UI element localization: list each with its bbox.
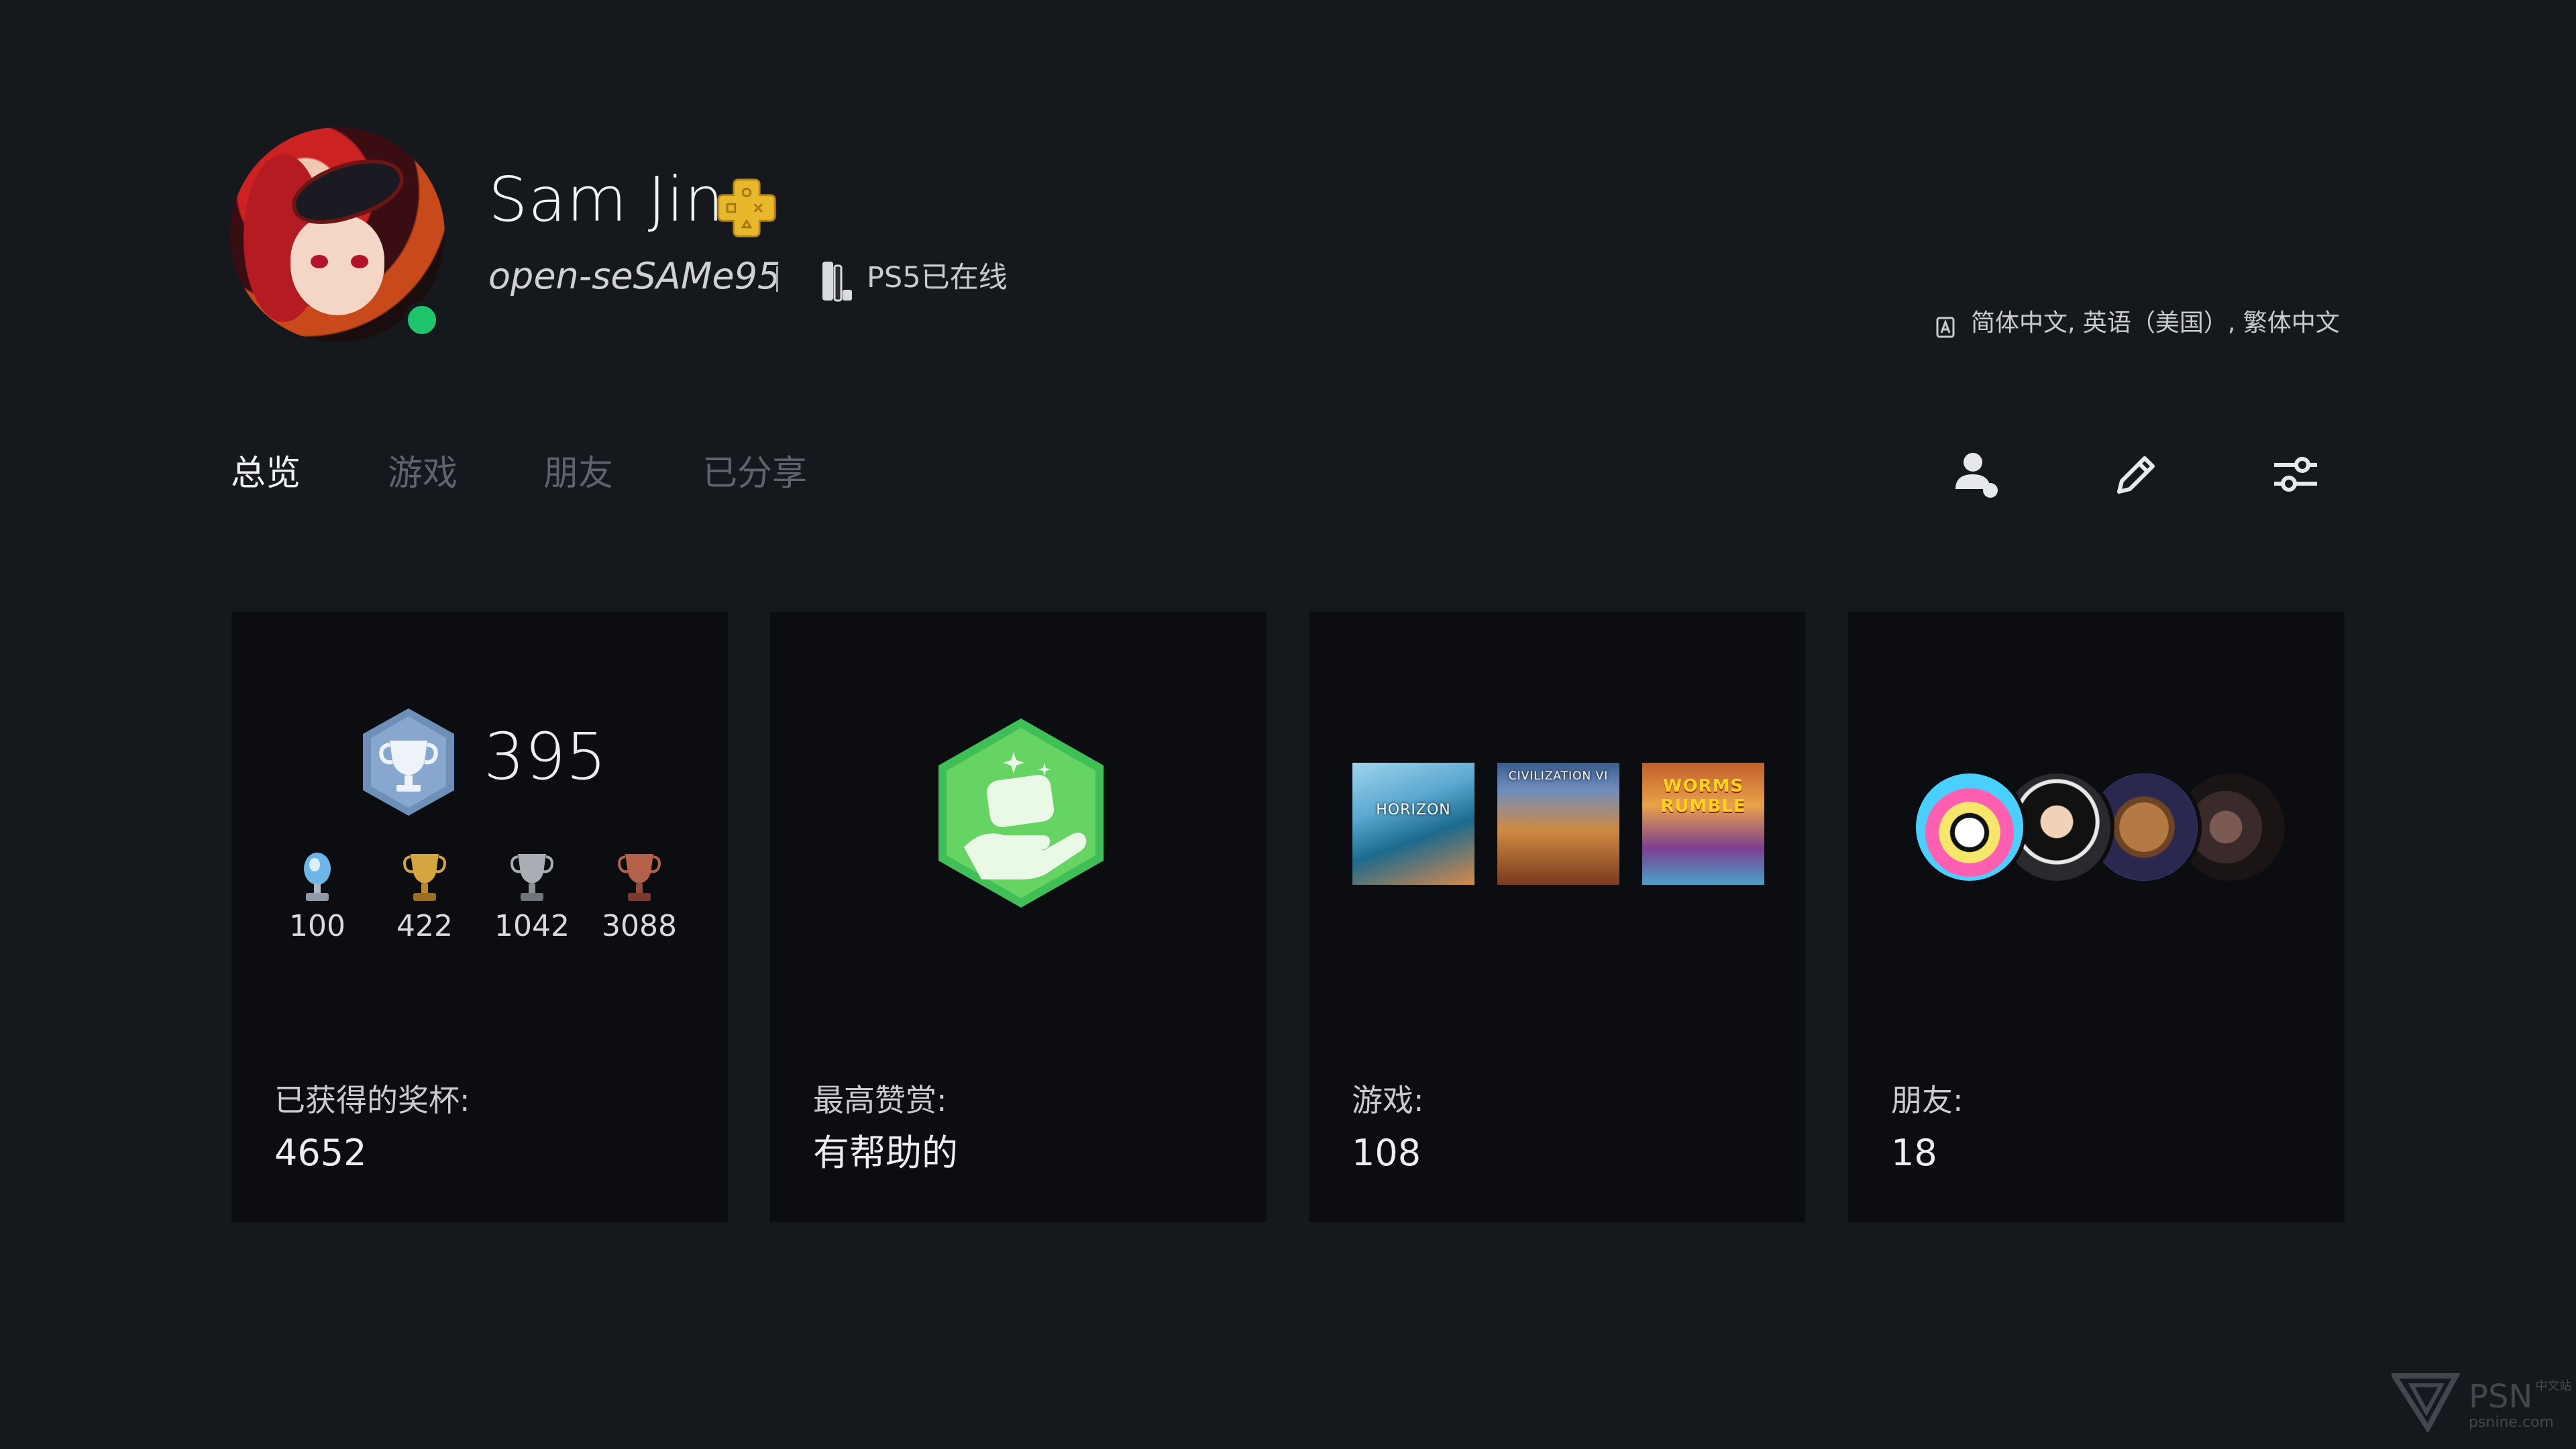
tab-friends[interactable]: 朋友 — [543, 456, 613, 491]
ps5-console-icon — [822, 262, 852, 302]
trophy-level-value: 395 — [484, 719, 607, 794]
friends-count: 18 — [1891, 1132, 1937, 1174]
trophies-total: 4652 — [274, 1132, 367, 1174]
friend-avatar[interactable] — [1912, 769, 2027, 885]
avatar-eye — [351, 255, 368, 268]
silver-count: 1042 — [494, 909, 570, 943]
tab-games[interactable]: 游戏 — [388, 456, 458, 491]
platinum-trophy-icon — [304, 853, 331, 901]
trophies-card[interactable]: 395 100 422 1042 3088 已获得的奖杯: 4652 — [231, 612, 728, 1222]
bronze-trophy-icon — [618, 854, 661, 901]
helpful-hand-icon — [938, 718, 1104, 908]
game-tile-title: CIVILIZATION VI — [1508, 769, 1609, 783]
platinum-count: 100 — [289, 909, 345, 943]
games-label: 游戏: — [1352, 1082, 1424, 1118]
avatar-face — [290, 215, 384, 315]
platinum-trophy: 100 — [264, 850, 371, 941]
friends-card[interactable]: 朋友: 18 — [1848, 612, 2345, 1222]
tab-shared[interactable]: 已分享 — [702, 456, 807, 491]
gold-count: 422 — [396, 909, 453, 943]
top-prop-card[interactable]: 最高赞赏: 有帮助的 — [770, 612, 1267, 1222]
game-tile-civilization[interactable]: CIVILIZATION VI — [1497, 763, 1619, 885]
languages-text: 简体中文, 英语（美国）, 繁体中文 — [1971, 309, 2340, 337]
online-id: open-seSAMe95 — [488, 255, 781, 297]
game-tile-horizon[interactable]: HORIZON — [1352, 763, 1474, 885]
online-status-dot — [404, 302, 440, 338]
game-tile-worms-rumble[interactable]: WORMS RUMBLE — [1642, 763, 1764, 885]
tab-overview[interactable]: 总览 — [231, 456, 301, 491]
watermark-brand-text: PSN — [2469, 1378, 2533, 1415]
avatar-eye — [311, 255, 328, 268]
online-status-text: PS5已在线 — [867, 261, 1008, 294]
edit-pencil-icon[interactable] — [2110, 447, 2163, 501]
silver-trophy: 1042 — [478, 850, 586, 941]
profile-name: Sam Jin — [488, 164, 724, 235]
trophies-label: 已获得的奖杯: — [274, 1082, 470, 1118]
language-icon — [1936, 317, 1955, 338]
watermark-site: psnine.com — [2469, 1414, 2554, 1431]
top-prop-label: 最高赞赏: — [813, 1082, 947, 1118]
gold-trophy: 422 — [371, 850, 478, 941]
watermark-brand: PSN 中文站 — [2469, 1381, 2571, 1413]
bronze-trophy: 3088 — [586, 850, 693, 941]
top-prop-value: 有帮助的 — [813, 1132, 958, 1174]
settings-sliders-icon[interactable] — [2269, 447, 2322, 501]
trophy-level-icon — [363, 708, 454, 816]
add-friend-icon[interactable] — [1949, 447, 2002, 501]
ps-plus-icon — [717, 178, 776, 237]
games-count: 108 — [1352, 1132, 1421, 1174]
game-tile-title: HORIZON — [1376, 802, 1451, 818]
friends-label: 朋友: — [1891, 1082, 1964, 1118]
game-tile-title: WORMS RUMBLE — [1660, 776, 1746, 816]
watermark-tag: 中文站 — [2535, 1379, 2572, 1393]
bronze-count: 3088 — [602, 909, 677, 943]
divider — [776, 266, 778, 292]
gold-trophy-icon — [403, 854, 446, 901]
games-card[interactable]: HORIZON CIVILIZATION VI WORMS RUMBLE 游戏:… — [1309, 612, 1805, 1222]
silver-trophy-icon — [511, 854, 553, 901]
